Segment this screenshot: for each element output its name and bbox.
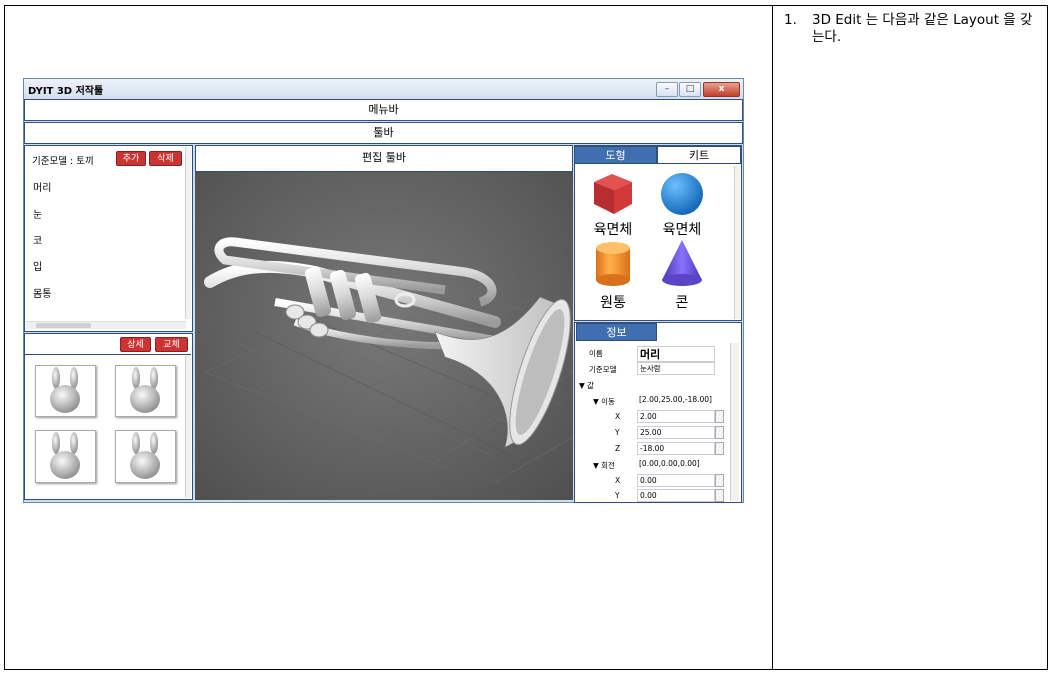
prop-rot-x-row: X 0.00	[577, 473, 727, 489]
tool-bar[interactable]: 툴바	[24, 122, 743, 144]
prop-move-z-row: Z -18.00	[577, 441, 727, 457]
3d-viewport[interactable]	[195, 172, 574, 500]
prop-move-y-row: Y 25.00	[577, 425, 727, 441]
table-divider	[772, 5, 773, 670]
shape-label-cube: 육면체	[593, 222, 633, 238]
prop-name-row: 이름 머리	[577, 345, 727, 362]
base-model-label: 기준모델 : 토끼	[32, 156, 94, 167]
rotate-x-field[interactable]: 0.00	[637, 474, 715, 487]
close-button[interactable]: x	[703, 82, 740, 97]
prop-label: 이름	[589, 349, 603, 358]
prop-label: Y	[615, 428, 620, 437]
prop-rotate-row[interactable]: ▼ 회전 [0.00,0.00,0.00]	[577, 457, 727, 473]
prop-base-row: 기준모델 눈사람	[577, 361, 727, 377]
sphere-shape-icon[interactable]	[659, 171, 705, 217]
replace-button[interactable]: 교체	[155, 337, 188, 352]
cone-shape-icon[interactable]	[659, 238, 705, 288]
tree-vertical-scrollbar[interactable]	[185, 147, 191, 319]
thumbnail-scrollbar[interactable]	[185, 356, 191, 498]
tree-item-body[interactable]: 몸통	[33, 285, 51, 300]
rotate-y-field[interactable]: 0.00	[637, 489, 715, 502]
model-tree-panel	[24, 145, 193, 332]
menu-bar[interactable]: 메뉴바	[24, 99, 743, 121]
rabbit-thumbnail[interactable]	[115, 365, 176, 417]
add-button[interactable]: 추가	[116, 151, 146, 166]
tab-kits[interactable]: 키트	[657, 146, 741, 164]
prop-label: X	[615, 412, 621, 421]
shape-label-cone: 콘	[675, 295, 689, 311]
title-bar[interactable]	[24, 79, 743, 99]
move-summary: [2.00,25.00,-18.00]	[639, 395, 712, 404]
prop-move-row[interactable]: ▼ 이동 [2.00,25.00,-18.00]	[577, 393, 727, 409]
cylinder-shape-icon[interactable]	[592, 240, 634, 288]
prop-value-group[interactable]: ▼ 값	[577, 377, 727, 393]
note-text: 3D Edit 는 다음과 같은 Layout 을 갖는다.	[812, 12, 1033, 45]
thumbnail-divider	[25, 354, 191, 355]
detail-button[interactable]: 상세	[120, 337, 151, 352]
rabbit-icon	[130, 367, 160, 413]
edit-toolbar[interactable]: 편집 툴바	[195, 145, 573, 172]
tree-item-head[interactable]: 머리	[33, 179, 51, 194]
shape-label-cylinder: 원통	[600, 295, 626, 311]
prop-rot-y-row: Y 0.00	[577, 488, 727, 504]
move-x-field[interactable]: 2.00	[637, 410, 715, 423]
tab-info[interactable]: 정보	[576, 323, 657, 341]
shape-scrollbar[interactable]	[734, 166, 740, 319]
trumpet-model-render	[204, 237, 574, 483]
tree-item-mouth[interactable]: 입	[33, 258, 42, 273]
minimize-button[interactable]: –	[656, 82, 678, 97]
base-model-field[interactable]: 눈사람	[637, 362, 715, 375]
tree-item-nose[interactable]: 코	[33, 232, 42, 247]
spinner-icon[interactable]	[715, 426, 724, 439]
cube-shape-icon[interactable]	[590, 170, 636, 216]
prop-label: X	[615, 476, 621, 485]
spinner-icon[interactable]	[715, 489, 724, 502]
note-number: 1.	[784, 12, 797, 28]
move-y-field[interactable]: 25.00	[637, 426, 715, 439]
tree-horizontal-scrollbar[interactable]	[26, 321, 186, 329]
prop-move-x-row: X 2.00	[577, 409, 727, 425]
rabbit-thumbnail[interactable]	[115, 430, 176, 483]
delete-button[interactable]: 삭제	[149, 151, 182, 166]
prop-group-label: ▼ 이동	[593, 397, 615, 406]
tree-item-eye[interactable]: 눈	[33, 206, 42, 221]
spinner-icon[interactable]	[715, 442, 724, 455]
name-field[interactable]: 머리	[637, 346, 715, 362]
prop-label: 기준모델	[589, 365, 617, 374]
rabbit-thumbnail[interactable]	[35, 365, 96, 417]
window-title: DYIT 3D 저작툴	[28, 86, 104, 97]
rabbit-icon	[50, 432, 80, 479]
spinner-icon[interactable]	[715, 410, 724, 423]
tab-shapes[interactable]: 도형	[574, 146, 657, 164]
move-z-field[interactable]: -18.00	[637, 442, 715, 455]
shape-label-sphere: 육면체	[662, 222, 702, 238]
prop-group-label: ▼ 값	[579, 381, 595, 390]
info-scrollbar[interactable]	[730, 343, 739, 501]
rotate-summary: [0.00,0.00,0.00]	[639, 459, 700, 468]
rabbit-icon	[50, 367, 80, 413]
prop-label: Y	[615, 491, 620, 500]
spinner-icon[interactable]	[715, 474, 724, 487]
rabbit-icon	[130, 432, 160, 479]
rabbit-thumbnail[interactable]	[35, 430, 96, 483]
maximize-button[interactable]: □	[679, 82, 701, 97]
prop-group-label: ▼ 회전	[593, 461, 615, 470]
prop-label: Z	[615, 444, 621, 453]
